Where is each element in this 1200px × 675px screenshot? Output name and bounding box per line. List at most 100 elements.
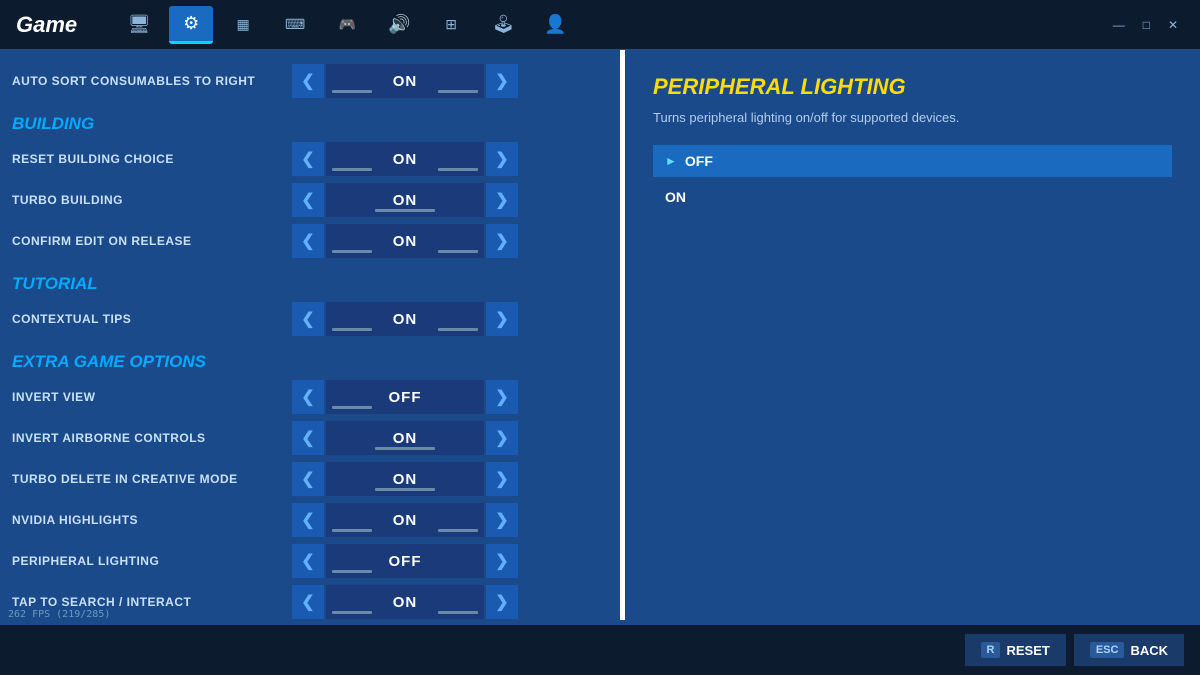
td-bar	[375, 488, 435, 491]
nav-monitor[interactable]: 🖥	[117, 6, 161, 44]
reset-building-right[interactable]: ❯	[486, 142, 518, 176]
option-off-label: OFF	[685, 153, 713, 169]
back-button-label: BACK	[1130, 643, 1168, 658]
contextual-tips-right[interactable]: ❯	[486, 302, 518, 336]
auto-sort-bar-left	[332, 90, 372, 93]
maximize-button[interactable]: □	[1137, 16, 1156, 34]
invert-airborne-value-box: ON	[326, 421, 484, 455]
confirm-edit-value: ON	[393, 233, 418, 250]
ce-bar-left	[332, 250, 372, 253]
bottom-bar: R RESET ESC BACK	[0, 625, 1200, 675]
setting-invert-airborne: INVERT AIRBORNE CONTROLS ❮ ON ❯	[12, 419, 612, 457]
tap-search-left[interactable]: ❮	[292, 585, 324, 619]
turbo-building-label: TURBO BUILDING	[12, 193, 292, 207]
nvidia-highlights-value: ON	[393, 512, 418, 529]
turbo-delete-left[interactable]: ❮	[292, 462, 324, 496]
peripheral-lighting-value: OFF	[389, 553, 422, 570]
confirm-edit-right[interactable]: ❯	[486, 224, 518, 258]
setting-nvidia-highlights: NVIDIA HIGHLIGHTS ❮ ON ❯	[12, 501, 612, 539]
nav-gamepad2[interactable]: 🎮	[325, 6, 369, 44]
reset-button[interactable]: R RESET	[965, 634, 1066, 666]
confirm-edit-value-box: ON	[326, 224, 484, 258]
section-tutorial: TUTORIAL	[12, 274, 612, 294]
auto-sort-left-arrow[interactable]: ❮	[292, 64, 324, 98]
invert-view-value: OFF	[389, 389, 422, 406]
peripheral-lighting-right[interactable]: ❯	[486, 544, 518, 578]
invert-airborne-right[interactable]: ❯	[486, 421, 518, 455]
contextual-tips-label: CONTEXTUAL TIPS	[12, 312, 292, 326]
nav-user[interactable]: 👤	[533, 6, 577, 44]
auto-sort-value: ON	[393, 73, 418, 90]
setting-reset-building: RESET BUILDING CHOICE ❮ ON ❯	[12, 140, 612, 178]
setting-contextual-tips: CONTEXTUAL TIPS ❮ ON ❯	[12, 300, 612, 338]
tap-search-right[interactable]: ❯	[486, 585, 518, 619]
setting-peripheral-lighting: PERIPHERAL LIGHTING ❮ OFF ❯	[12, 542, 612, 580]
nh-bar-right	[438, 529, 478, 532]
reset-building-value: ON	[393, 151, 418, 168]
minimize-button[interactable]: —	[1107, 16, 1131, 34]
auto-sort-control: ❮ ON ❯	[292, 64, 518, 98]
contextual-tips-left[interactable]: ❮	[292, 302, 324, 336]
turbo-building-right[interactable]: ❯	[486, 183, 518, 217]
nav-icons: 🖥 ⚙ ▦ ⌨ 🎮 🔊 ⊞ 🕹 👤	[117, 6, 577, 44]
setting-turbo-building: TURBO BUILDING ❮ ON ❯	[12, 181, 612, 219]
fps-counter: 262 FPS (219/285)	[8, 609, 110, 620]
reset-building-left[interactable]: ❮	[292, 142, 324, 176]
invert-airborne-left[interactable]: ❮	[292, 421, 324, 455]
tap-search-label: TAP TO SEARCH / INTERACT	[12, 595, 292, 609]
confirm-edit-left[interactable]: ❮	[292, 224, 324, 258]
setting-invert-view: INVERT VIEW ❮ OFF ❯	[12, 378, 612, 416]
invert-view-right[interactable]: ❯	[486, 380, 518, 414]
option-off[interactable]: ► OFF	[653, 145, 1172, 177]
close-button[interactable]: ✕	[1162, 16, 1184, 34]
tap-search-value-box: ON	[326, 585, 484, 619]
auto-sort-value-box: ON	[326, 64, 484, 98]
reset-button-label: RESET	[1006, 643, 1049, 658]
main-content: AUTO SORT CONSUMABLES TO RIGHT ❮ ON ❯ BU…	[0, 50, 1200, 675]
setting-confirm-edit: CONFIRM EDIT ON RELEASE ❮ ON ❯	[12, 222, 612, 260]
section-extra-game-options: EXTRA GAME OPTIONS	[12, 352, 612, 372]
settings-scroll-area[interactable]: AUTO SORT CONSUMABLES TO RIGHT ❮ ON ❯ BU…	[12, 62, 620, 632]
nav-network[interactable]: ⊞	[429, 6, 473, 44]
reset-building-label: RESET BUILDING CHOICE	[12, 152, 292, 166]
nav-gear[interactable]: ⚙	[169, 6, 213, 44]
back-key-badge: ESC	[1090, 642, 1125, 658]
turbo-delete-label: TURBO DELETE IN CREATIVE MODE	[12, 472, 292, 486]
window-controls: — □ ✕	[1107, 16, 1184, 34]
nav-audio[interactable]: 🔊	[377, 6, 421, 44]
nav-display[interactable]: ▦	[221, 6, 265, 44]
nav-keyboard[interactable]: ⌨	[273, 6, 317, 44]
nvidia-highlights-left[interactable]: ❮	[292, 503, 324, 537]
back-button[interactable]: ESC BACK	[1074, 634, 1184, 666]
setting-auto-sort: AUTO SORT CONSUMABLES TO RIGHT ❮ ON ❯	[12, 62, 612, 100]
left-panel: AUTO SORT CONSUMABLES TO RIGHT ❮ ON ❯ BU…	[0, 50, 620, 675]
invert-airborne-label: INVERT AIRBORNE CONTROLS	[12, 431, 292, 445]
option-on-label: ON	[665, 189, 686, 205]
nvidia-highlights-right[interactable]: ❯	[486, 503, 518, 537]
turbo-delete-value: ON	[393, 471, 418, 488]
turbo-building-value: ON	[393, 192, 418, 209]
section-building: BUILDING	[12, 114, 612, 134]
nvidia-highlights-control: ❮ ON ❯	[292, 503, 518, 537]
invert-view-control: ❮ OFF ❯	[292, 380, 518, 414]
option-off-arrow: ►	[665, 154, 677, 168]
tap-search-value: ON	[393, 594, 418, 611]
contextual-tips-control: ❮ ON ❯	[292, 302, 518, 336]
nav-controller[interactable]: 🕹	[481, 6, 525, 44]
option-on[interactable]: ON	[653, 181, 1172, 213]
invert-view-left[interactable]: ❮	[292, 380, 324, 414]
turbo-delete-right[interactable]: ❯	[486, 462, 518, 496]
contextual-tips-value: ON	[393, 311, 418, 328]
iv-bar-left	[332, 406, 372, 409]
turbo-building-left[interactable]: ❮	[292, 183, 324, 217]
pl-bar-left	[332, 570, 372, 573]
ce-bar-right	[438, 250, 478, 253]
auto-sort-right-arrow[interactable]: ❯	[486, 64, 518, 98]
peripheral-lighting-control: ❮ OFF ❯	[292, 544, 518, 578]
title-bar: Game 🖥 ⚙ ▦ ⌨ 🎮 🔊 ⊞ 🕹 👤 — □ ✕	[0, 0, 1200, 50]
ts-bar-left	[332, 611, 372, 614]
invert-airborne-value: ON	[393, 430, 418, 447]
invert-airborne-control: ❮ ON ❯	[292, 421, 518, 455]
peripheral-lighting-left[interactable]: ❮	[292, 544, 324, 578]
contextual-tips-value-box: ON	[326, 302, 484, 336]
